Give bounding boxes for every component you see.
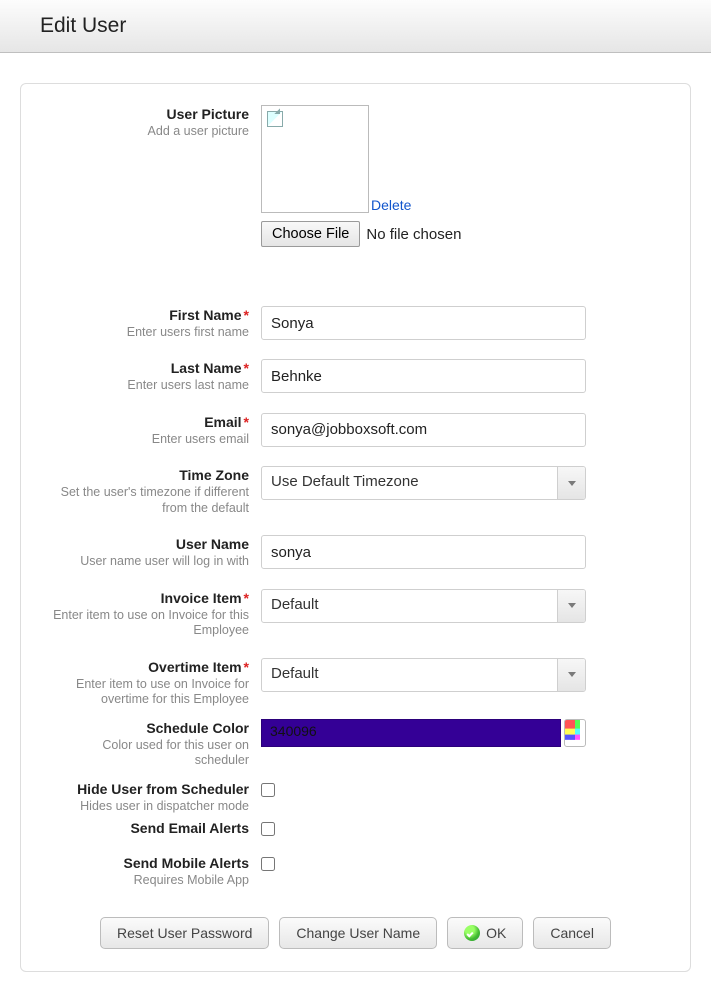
row-hide-user: Hide User from Scheduler Hides user in d…	[51, 779, 660, 814]
hint-schedule-color: Color used for this user on scheduler	[51, 738, 249, 769]
label-timezone: Time Zone	[51, 467, 249, 484]
label-overtime-item: Overtime Item*	[51, 659, 249, 676]
label-invoice-item: Invoice Item*	[51, 590, 249, 607]
row-first-name: First Name* Enter users first name	[51, 305, 660, 340]
label-hide-user: Hide User from Scheduler	[51, 781, 249, 798]
hint-email: Enter users email	[51, 432, 249, 448]
row-username: User Name User name user will log in wit…	[51, 534, 660, 569]
choose-file-button[interactable]: Choose File	[261, 221, 360, 247]
broken-image-icon	[267, 111, 283, 127]
first-name-input[interactable]	[261, 306, 586, 340]
label-username: User Name	[51, 536, 249, 553]
user-picture-preview	[261, 105, 369, 213]
ok-button[interactable]: OK	[447, 917, 523, 949]
row-overtime-item: Overtime Item* Enter item to use on Invo…	[51, 657, 660, 708]
label-user-picture: User Picture	[51, 106, 249, 123]
label-first-name: First Name*	[51, 307, 249, 324]
label-schedule-color: Schedule Color	[51, 720, 249, 737]
row-timezone: Time Zone Set the user's timezone if dif…	[51, 465, 660, 516]
hint-invoice-item: Enter item to use on Invoice for this Em…	[51, 608, 249, 639]
page-header: Edit User	[0, 0, 711, 53]
timezone-select[interactable]: Use Default Timezone	[261, 466, 586, 500]
chevron-down-icon	[557, 590, 585, 622]
schedule-color-input[interactable]: 340096	[261, 719, 561, 747]
row-send-mobile: Send Mobile Alerts Requires Mobile App	[51, 853, 660, 888]
row-email: Email* Enter users email	[51, 412, 660, 447]
file-chosen-text: No file chosen	[366, 226, 461, 243]
last-name-input[interactable]	[261, 359, 586, 393]
button-bar: Reset User Password Change User Name OK …	[51, 917, 660, 949]
username-input[interactable]	[261, 535, 586, 569]
label-send-mobile: Send Mobile Alerts	[51, 855, 249, 872]
label-last-name: Last Name*	[51, 360, 249, 377]
hint-first-name: Enter users first name	[51, 325, 249, 341]
hint-overtime-item: Enter item to use on Invoice for overtim…	[51, 677, 249, 708]
hint-timezone: Set the user's timezone if different fro…	[51, 485, 249, 516]
row-send-email: Send Email Alerts	[51, 818, 660, 839]
delete-picture-link[interactable]: Delete	[371, 197, 411, 213]
send-mobile-checkbox[interactable]	[261, 857, 275, 871]
page-title: Edit User	[40, 14, 711, 38]
label-email: Email*	[51, 414, 249, 431]
color-picker-icon[interactable]	[564, 719, 586, 747]
row-user-picture: User Picture Add a user picture Delete C…	[51, 104, 660, 247]
hint-hide-user: Hides user in dispatcher mode	[51, 799, 249, 815]
hide-user-checkbox[interactable]	[261, 783, 275, 797]
hint-username: User name user will log in with	[51, 554, 249, 570]
hint-send-mobile: Requires Mobile App	[51, 873, 249, 889]
label-send-email: Send Email Alerts	[51, 820, 249, 837]
hint-user-picture: Add a user picture	[51, 124, 249, 140]
row-schedule-color: Schedule Color Color used for this user …	[51, 718, 660, 769]
send-email-checkbox[interactable]	[261, 822, 275, 836]
overtime-item-select[interactable]: Default	[261, 658, 586, 692]
row-last-name: Last Name* Enter users last name	[51, 358, 660, 393]
hint-last-name: Enter users last name	[51, 378, 249, 394]
edit-user-form: User Picture Add a user picture Delete C…	[20, 83, 691, 972]
chevron-down-icon	[557, 467, 585, 499]
chevron-down-icon	[557, 659, 585, 691]
row-invoice-item: Invoice Item* Enter item to use on Invoi…	[51, 588, 660, 639]
cancel-button[interactable]: Cancel	[533, 917, 611, 949]
check-circle-icon	[464, 925, 480, 941]
reset-password-button[interactable]: Reset User Password	[100, 917, 269, 949]
invoice-item-select[interactable]: Default	[261, 589, 586, 623]
email-input[interactable]	[261, 413, 586, 447]
change-username-button[interactable]: Change User Name	[279, 917, 437, 949]
